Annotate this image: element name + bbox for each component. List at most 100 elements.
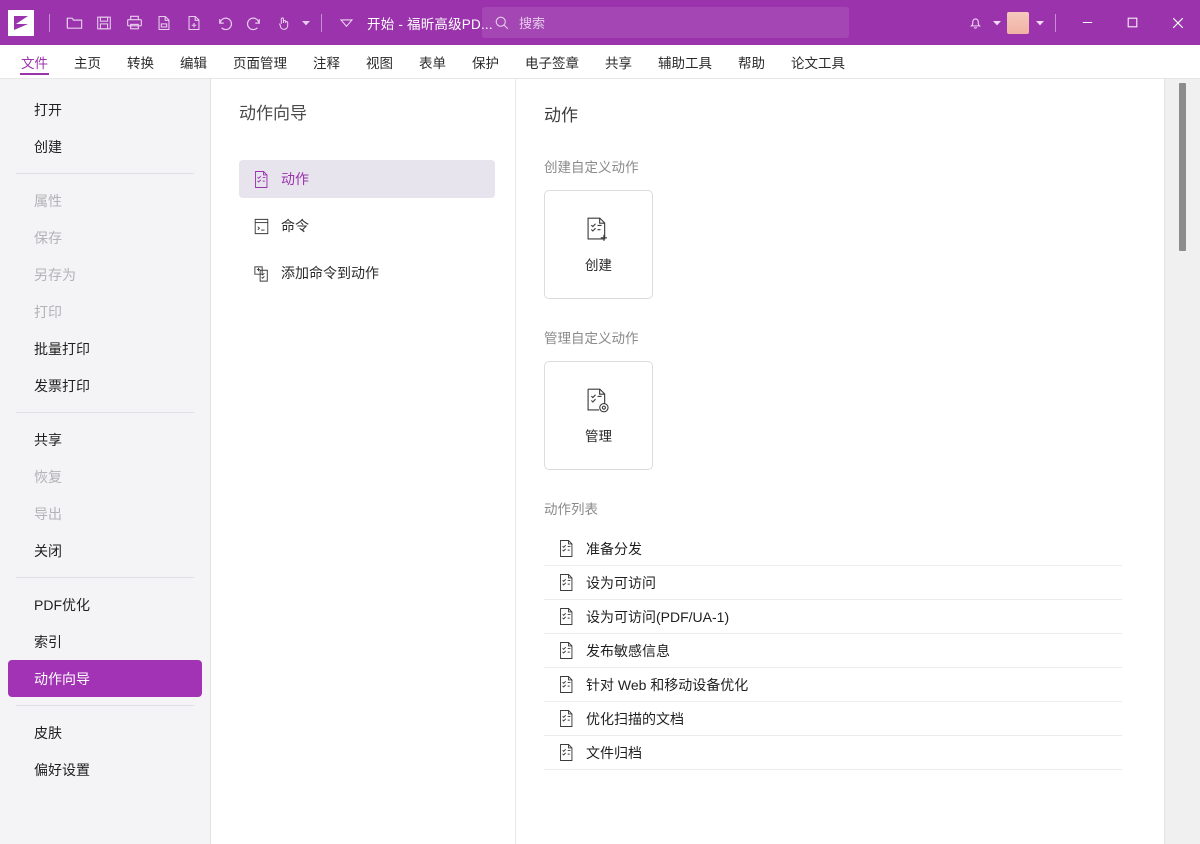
action-list-item-label: 设为可访问(PDF/UA-1) <box>586 607 729 627</box>
avatar[interactable] <box>1003 8 1033 38</box>
add-command-to-action-icon <box>253 264 270 283</box>
menu-item-13[interactable]: 论文工具 <box>778 45 858 78</box>
action-wizard-nav-item-label: 添加命令到动作 <box>281 263 379 283</box>
toolbar-separator-2 <box>321 14 322 32</box>
action-wizard-nav-item-1[interactable]: 命令 <box>239 207 495 245</box>
save-icon[interactable] <box>89 8 119 38</box>
action-checklist-icon <box>558 573 575 592</box>
action-list-item[interactable]: 准备分发 <box>544 532 1122 566</box>
sidebar-item-7[interactable]: 批量打印 <box>8 330 202 367</box>
menu-item-0[interactable]: 文件 <box>8 45 61 78</box>
titlebar-separator-3 <box>1055 14 1056 32</box>
open-file-icon[interactable] <box>59 8 89 38</box>
notifications-dropdown-icon[interactable] <box>990 8 1003 38</box>
action-list-item-label: 准备分发 <box>586 539 642 559</box>
menu-item-7[interactable]: 表单 <box>406 45 459 78</box>
customize-toolbar-icon[interactable] <box>331 8 361 38</box>
menu-item-8[interactable]: 保护 <box>459 45 512 78</box>
application-window: 开始 - 福昕高级PD... 搜索 <box>0 0 1200 844</box>
sidebar-divider <box>16 412 194 413</box>
menu-item-10[interactable]: 共享 <box>592 45 645 78</box>
action-wizard-panel: 动作向导 动作命令添加命令到动作 <box>211 79 516 844</box>
action-checklist-icon <box>558 675 575 694</box>
panel-title: 动作向导 <box>239 99 495 124</box>
maximize-button[interactable] <box>1110 0 1155 45</box>
sidebar-item-13[interactable]: 关闭 <box>8 532 202 569</box>
sidebar-item-10[interactable]: 共享 <box>8 421 202 458</box>
sidebar-divider <box>16 705 194 706</box>
search-input-placeholder: 搜索 <box>519 13 545 32</box>
menu-item-3[interactable]: 编辑 <box>167 45 220 78</box>
action-checklist-icon <box>558 607 575 626</box>
hand-tool-dropdown-icon[interactable] <box>299 8 312 38</box>
action-checklist-icon <box>253 170 270 189</box>
vertical-scrollbar[interactable] <box>1178 83 1187 831</box>
bell-icon[interactable] <box>960 8 990 38</box>
search-box[interactable]: 搜索 <box>482 7 849 38</box>
sidebar-item-17[interactable]: 动作向导 <box>8 660 202 697</box>
account-dropdown-icon[interactable] <box>1033 8 1046 38</box>
manage-action-card[interactable]: 管理 <box>544 361 653 470</box>
sidebar-divider <box>16 173 194 174</box>
sidebar-item-12: 导出 <box>8 495 202 532</box>
app-body: 打开创建属性保存另存为打印批量打印发票打印共享恢复导出关闭PDF优化索引动作向导… <box>0 79 1200 844</box>
action-checklist-icon <box>558 539 575 558</box>
action-list: 准备分发设为可访问设为可访问(PDF/UA-1) 发布敏感信息针对 Web 和移动… <box>544 532 1122 770</box>
sidebar-item-15[interactable]: PDF优化 <box>8 586 202 623</box>
sidebar-item-11: 恢复 <box>8 458 202 495</box>
manage-section-label: 管理自定义动作 <box>544 327 1200 347</box>
create-action-card-label: 创建 <box>585 254 612 274</box>
menu-item-1[interactable]: 主页 <box>61 45 114 78</box>
print-icon[interactable] <box>119 8 149 38</box>
menu-item-2[interactable]: 转换 <box>114 45 167 78</box>
action-list-item[interactable]: 设为可访问(PDF/UA-1) <box>544 600 1122 634</box>
file-menu-sidebar: 打开创建属性保存另存为打印批量打印发票打印共享恢复导出关闭PDF优化索引动作向导… <box>0 79 211 844</box>
menu-item-5[interactable]: 注释 <box>300 45 353 78</box>
create-section-label: 创建自定义动作 <box>544 156 1200 176</box>
content-title: 动作 <box>544 101 1200 126</box>
scrollbar-thumb[interactable] <box>1179 83 1186 251</box>
undo-icon[interactable] <box>209 8 239 38</box>
action-list-item[interactable]: 设为可访问 <box>544 566 1122 600</box>
manage-action-card-label: 管理 <box>585 425 612 445</box>
action-list-item[interactable]: 发布敏感信息 <box>544 634 1122 668</box>
action-list-item-label: 文件归档 <box>586 743 642 763</box>
email-attach-icon[interactable] <box>149 8 179 38</box>
redo-icon[interactable] <box>239 8 269 38</box>
sidebar-item-19[interactable]: 皮肤 <box>8 714 202 751</box>
menu-item-9[interactable]: 电子签章 <box>512 45 592 78</box>
menu-item-12[interactable]: 帮助 <box>725 45 778 78</box>
minimize-button[interactable] <box>1065 0 1110 45</box>
action-list-item[interactable]: 优化扫描的文档 <box>544 702 1122 736</box>
action-list-label: 动作列表 <box>544 498 1200 518</box>
titlebar-right-controls <box>960 0 1200 45</box>
console-command-icon <box>253 217 270 236</box>
menu-item-6[interactable]: 视图 <box>353 45 406 78</box>
action-wizard-nav-item-2[interactable]: 添加命令到动作 <box>239 254 495 292</box>
menu-item-11[interactable]: 辅助工具 <box>645 45 725 78</box>
hand-tool-icon[interactable] <box>269 8 299 38</box>
sidebar-item-3: 属性 <box>8 182 202 219</box>
action-list-item[interactable]: 文件归档 <box>544 736 1122 770</box>
content-area: 动作 创建自定义动作 创建 管理自定义动作 <box>516 79 1200 844</box>
sidebar-item-0[interactable]: 打开 <box>8 91 202 128</box>
action-wizard-nav-list: 动作命令添加命令到动作 <box>239 160 495 292</box>
document-plus-icon <box>585 216 612 245</box>
sidebar-item-16[interactable]: 索引 <box>8 623 202 660</box>
create-action-card[interactable]: 创建 <box>544 190 653 299</box>
document-title: 开始 - 福昕高级PD... <box>367 13 493 33</box>
sidebar-item-20[interactable]: 偏好设置 <box>8 751 202 788</box>
action-wizard-nav-item-label: 动作 <box>281 169 309 189</box>
sidebar-item-4: 保存 <box>8 219 202 256</box>
close-button[interactable] <box>1155 0 1200 45</box>
action-list-item-label: 针对 Web 和移动设备优化 <box>586 675 748 695</box>
action-wizard-nav-item-0[interactable]: 动作 <box>239 160 495 198</box>
action-list-item[interactable]: 针对 Web 和移动设备优化 <box>544 668 1122 702</box>
new-page-icon[interactable] <box>179 8 209 38</box>
sidebar-item-8[interactable]: 发票打印 <box>8 367 202 404</box>
menu-bar: 文件主页转换编辑页面管理注释视图表单保护电子签章共享辅助工具帮助论文工具 <box>0 45 1200 79</box>
menu-item-4[interactable]: 页面管理 <box>220 45 300 78</box>
action-list-item-label: 优化扫描的文档 <box>586 709 684 729</box>
sidebar-item-1[interactable]: 创建 <box>8 128 202 165</box>
action-checklist-icon <box>558 709 575 728</box>
